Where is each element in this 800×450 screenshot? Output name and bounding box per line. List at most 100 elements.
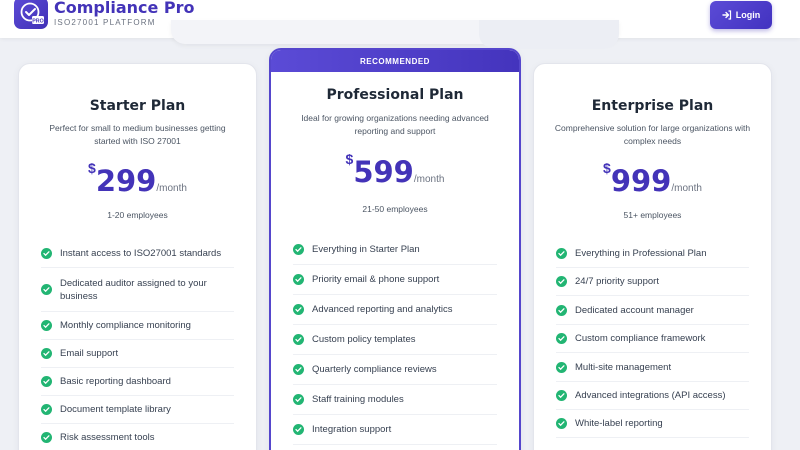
feature-list: Everything in Professional Plan 24/7 pri… <box>556 239 749 438</box>
logo-text: PRO <box>32 18 43 24</box>
check-icon <box>556 304 567 316</box>
feature-item: White-label reporting <box>556 410 749 438</box>
feature-text: Email support <box>60 348 119 359</box>
feature-text: White-label reporting <box>575 418 663 429</box>
feature-item: 24/7 priority support <box>556 268 749 296</box>
check-icon <box>293 364 304 375</box>
plan-card-starter: Starter Plan Perfect for small to medium… <box>18 63 257 450</box>
feature-item: Advanced integrations (API access) <box>556 382 749 410</box>
plan-name: Enterprise Plan <box>591 98 714 114</box>
plan-name: Starter Plan <box>89 98 186 114</box>
check-icon <box>293 244 304 255</box>
check-icon <box>293 394 304 405</box>
brand-subtitle: ISO27001 PLATFORM <box>54 18 156 27</box>
plan-description: Perfect for small to medium businesses g… <box>49 123 226 146</box>
feature-text: Advanced integrations (API access) <box>575 390 726 401</box>
plan-description: Ideal for growing organizations needing … <box>301 113 489 136</box>
feature-item: Dedicated auditor assigned to your busin… <box>41 268 234 312</box>
price-amount: 599 <box>353 155 414 189</box>
plan-price: $999/month <box>534 160 771 198</box>
shield-check-logo-icon: PRO <box>20 2 44 24</box>
nav-bar <box>171 20 619 48</box>
plan-employees: 1-20 employees <box>107 210 168 220</box>
feature-text: Advanced reporting and analytics <box>312 304 453 315</box>
feature-item: Document template library <box>41 396 234 424</box>
login-label: Login <box>735 10 761 20</box>
plan-name: Professional Plan <box>326 87 464 103</box>
plan-card-enterprise: Enterprise Plan Comprehensive solution f… <box>533 63 772 450</box>
feature-text: Instant access to ISO27001 standards <box>60 247 222 259</box>
plan-description: Comprehensive solution for large organiz… <box>554 123 751 146</box>
feature-item: Custom policy templates <box>293 325 497 355</box>
price-period: /month <box>671 183 702 194</box>
check-icon <box>41 404 52 415</box>
feature-item: Multi-site management <box>556 353 749 382</box>
nav-active-segment[interactable] <box>479 20 619 48</box>
price-currency: $ <box>88 160 96 176</box>
check-icon <box>556 418 567 429</box>
check-icon <box>41 432 52 443</box>
feature-item: Quarterly compliance reviews <box>293 355 497 385</box>
check-icon <box>556 390 567 401</box>
check-icon <box>556 247 567 259</box>
feature-item: Everything in Starter Plan <box>293 235 497 265</box>
feature-text: Everything in Professional Plan <box>575 247 707 259</box>
login-arrow-icon <box>722 10 731 20</box>
feature-list: Instant access to ISO27001 standards Ded… <box>41 239 234 450</box>
feature-item: Monthly compliance monitoring <box>41 312 234 340</box>
price-currency: $ <box>345 151 354 167</box>
check-icon <box>41 247 52 259</box>
check-icon <box>556 276 567 287</box>
plan-price: $599/month <box>271 151 519 189</box>
plan-card-professional: RECOMMENDED Professional Plan Ideal for … <box>269 48 521 450</box>
feature-item: Instant access to ISO27001 standards <box>41 239 234 268</box>
check-icon <box>41 284 52 295</box>
price-period: /month <box>413 174 445 185</box>
check-icon <box>293 334 304 345</box>
feature-text: Monthly compliance monitoring <box>60 320 191 331</box>
feature-text: 24/7 priority support <box>575 276 659 287</box>
feature-text: Dedicated auditor assigned to your busin… <box>60 277 207 302</box>
check-icon <box>41 348 52 359</box>
login-button[interactable]: Login <box>710 1 772 29</box>
feature-text: Staff training modules <box>312 394 404 405</box>
feature-item: Email support <box>41 340 234 368</box>
feature-item: Staff training modules <box>293 385 497 415</box>
feature-text: Custom policy templates <box>312 334 416 345</box>
feature-text: Dedicated account manager <box>575 304 694 316</box>
check-icon <box>41 376 52 387</box>
feature-item: Dedicated account manager <box>556 296 749 325</box>
feature-text: Integration support <box>312 424 392 435</box>
check-icon <box>293 424 304 435</box>
plan-employees: 51+ employees <box>623 210 682 220</box>
feature-item: Everything in Professional Plan <box>556 239 749 268</box>
price-amount: 999 <box>610 164 672 198</box>
check-icon <box>41 320 52 331</box>
feature-item: Basic reporting dashboard <box>41 368 234 396</box>
feature-text: Multi-site management <box>575 361 672 373</box>
feature-item: Risk assessment tools <box>41 424 234 450</box>
feature-item: Custom compliance framework <box>556 325 749 353</box>
feature-text: Priority email & phone support <box>312 274 440 285</box>
feature-item: Advanced reporting and analytics <box>293 295 497 325</box>
plan-price: $299/month <box>19 160 256 198</box>
feature-text: Document template library <box>60 404 171 415</box>
price-currency: $ <box>603 160 611 176</box>
feature-text: Basic reporting dashboard <box>60 376 171 387</box>
feature-item: Integration support <box>293 415 497 445</box>
plan-employees: 21-50 employees <box>362 204 428 214</box>
feature-list: Everything in Starter Plan Priority emai… <box>293 235 497 445</box>
check-icon <box>556 333 567 344</box>
feature-text: Risk assessment tools <box>60 432 155 443</box>
recommended-badge: RECOMMENDED <box>271 50 519 72</box>
brand-title: Compliance Pro <box>54 0 195 17</box>
feature-text: Custom compliance framework <box>575 333 706 344</box>
price-amount: 299 <box>95 164 157 198</box>
check-icon <box>556 361 567 373</box>
price-period: /month <box>156 183 187 194</box>
logo[interactable]: PRO <box>14 0 48 29</box>
feature-item: Priority email & phone support <box>293 265 497 295</box>
feature-text: Quarterly compliance reviews <box>312 364 437 375</box>
check-icon <box>293 304 304 315</box>
check-icon <box>293 274 304 285</box>
